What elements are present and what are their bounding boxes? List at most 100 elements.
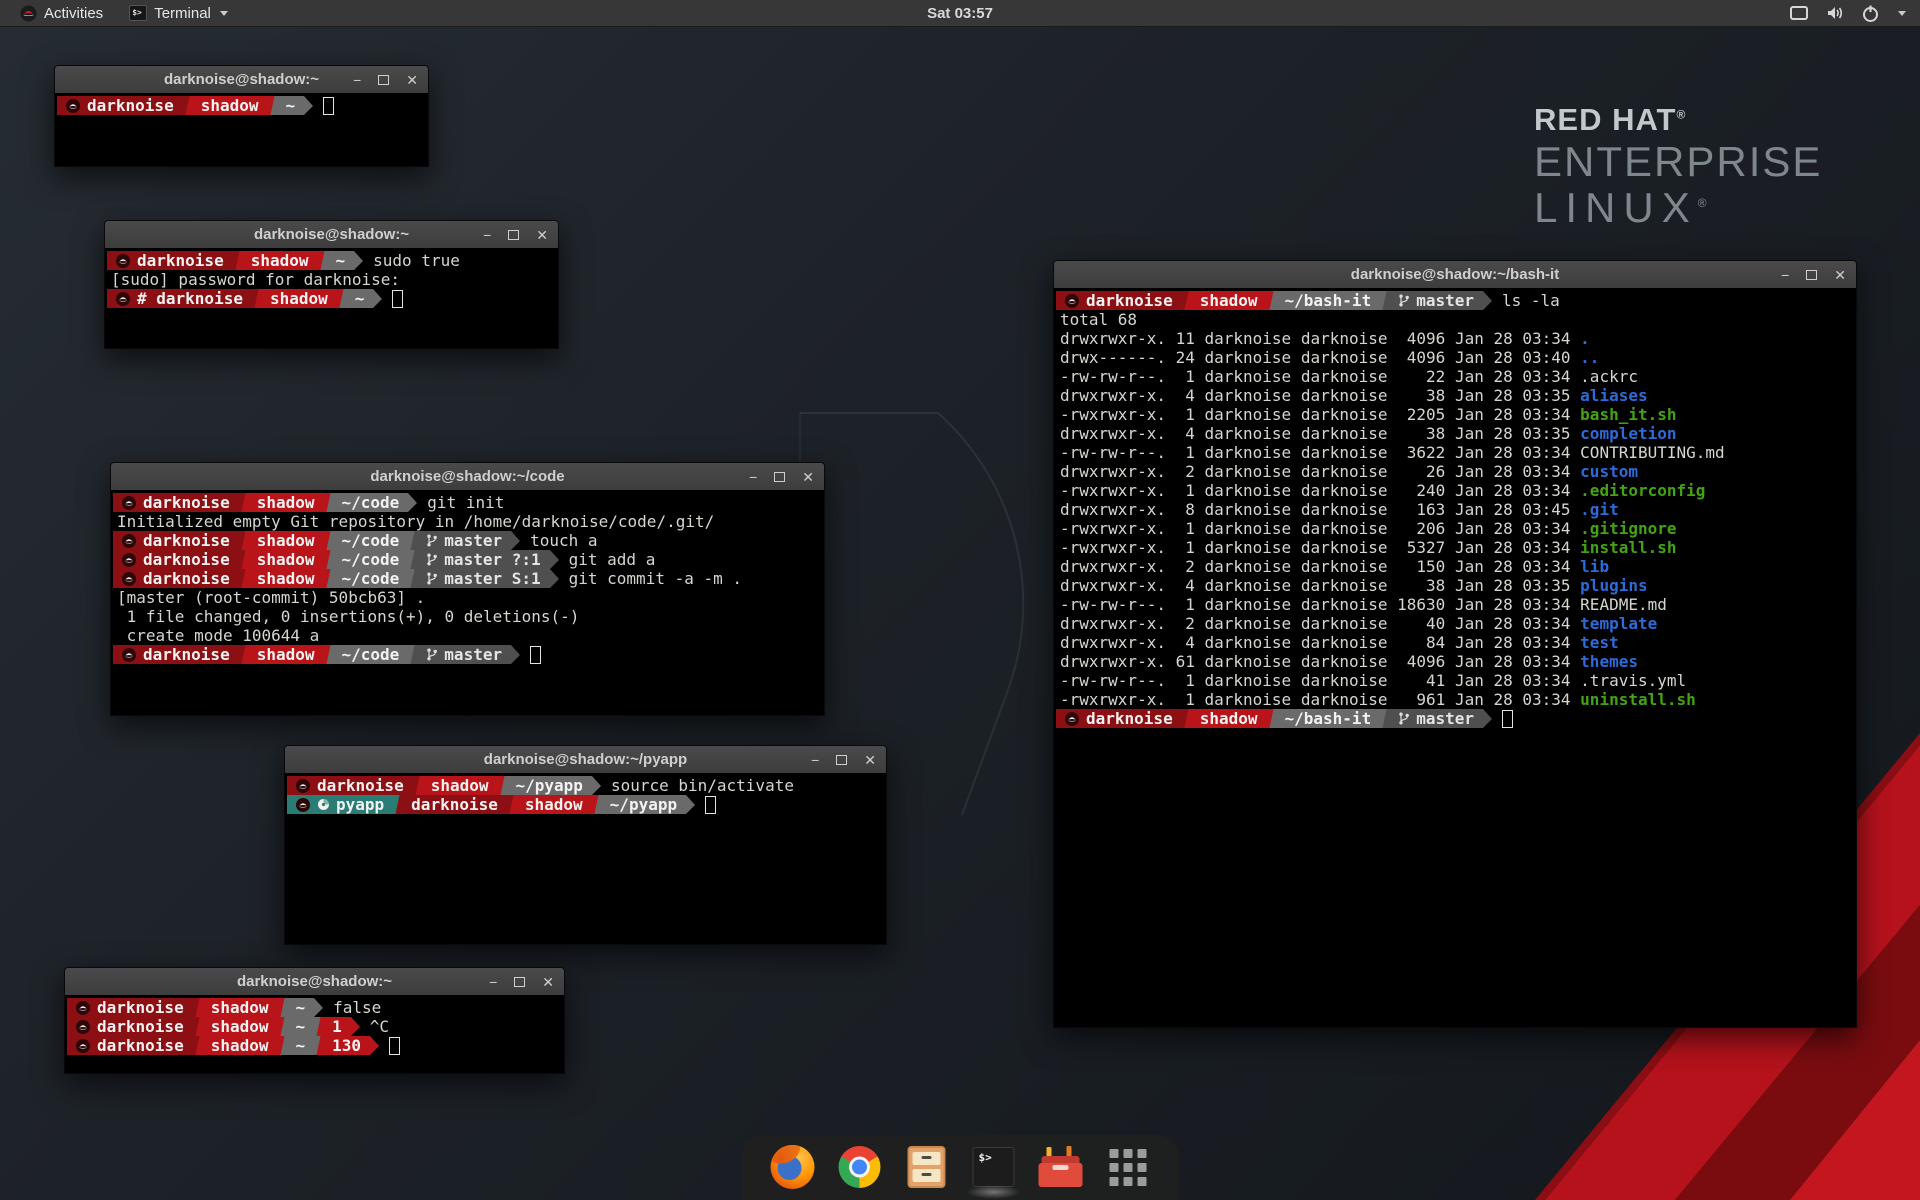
close-button[interactable]: ✕ [802, 470, 814, 484]
window-titlebar[interactable]: darknoise@shadow:~/bash-it−✕ [1054, 261, 1856, 289]
terminal-line: drwxrwxr-x. 4 darknoise darknoise 38 Jan… [1056, 424, 1856, 443]
window-titlebar[interactable]: darknoise@shadow:~−✕ [105, 221, 558, 249]
minimize-button[interactable]: − [489, 975, 497, 989]
terminal-window-pyapp[interactable]: darknoise@shadow:~/pyapp−✕darknoiseshado… [284, 745, 887, 945]
app-menu-terminal[interactable]: $> Terminal [119, 0, 238, 26]
prompt-segment-path: ~ [327, 251, 355, 270]
minimize-button[interactable]: − [1781, 268, 1789, 282]
chevron-down-icon[interactable] [1898, 11, 1906, 16]
screen-icon[interactable] [1789, 4, 1809, 22]
close-button[interactable]: ✕ [536, 228, 548, 242]
dock-item-files[interactable] [904, 1144, 950, 1190]
terminal-window-home-sudo[interactable]: darknoise@shadow:~−✕darknoiseshadow~sudo… [104, 220, 559, 349]
window-titlebar[interactable]: darknoise@shadow:~−✕ [65, 968, 564, 996]
maximize-button[interactable] [514, 977, 525, 987]
ls-row-meta: -rw-rw-r--. 1 darknoise darknoise 22 Jan… [1060, 367, 1580, 386]
prompt-segment-text: ~/pyapp [610, 795, 677, 814]
prompt-segment-path: ~ [287, 1036, 315, 1055]
redhat-icon [296, 779, 310, 793]
terminal-line: darknoiseshadow~/codemaster ?:1git add a [113, 550, 824, 569]
terminal-line: drwxrwxr-x. 2 darknoise darknoise 40 Jan… [1056, 614, 1856, 633]
command-text: git add a [569, 550, 656, 569]
terminal-content[interactable]: darknoiseshadow~/codegit initInitialized… [111, 490, 824, 715]
prompt-segment-text: ~/pyapp [516, 776, 583, 795]
segment-separator [393, 795, 402, 814]
terminal-window-home-exit[interactable]: darknoise@shadow:~−✕darknoiseshadow~fals… [64, 967, 565, 1074]
prompt-segment-text: shadow [257, 550, 315, 569]
power-icon[interactable] [1861, 4, 1880, 23]
window-titlebar[interactable]: darknoise@shadow:~−✕ [55, 66, 428, 94]
prompt-segment-text: ~/bash-it [1285, 709, 1372, 728]
minimize-button[interactable]: − [353, 73, 361, 87]
prompt-segment-text: master [444, 645, 502, 664]
command-text: ls -la [1502, 291, 1560, 310]
maximize-button[interactable] [1806, 270, 1817, 280]
terminal-line: darknoiseshadow~1^C [67, 1017, 564, 1036]
close-button[interactable]: ✕ [406, 73, 418, 87]
files-icon [908, 1146, 946, 1188]
prompt-segment-exit: 130 [323, 1036, 370, 1055]
terminal-line: -rwxrwxr-x. 1 darknoise darknoise 206 Ja… [1056, 519, 1856, 538]
terminal-content[interactable]: darknoiseshadow~falsedarknoiseshadow~1^C… [65, 995, 564, 1073]
terminal-content[interactable]: darknoiseshadow~sudo true[sudo] password… [105, 248, 558, 348]
prompt-arrow [314, 998, 323, 1017]
window-titlebar[interactable]: darknoise@shadow:~/pyapp−✕ [285, 746, 886, 774]
dock-item-firefox[interactable] [770, 1144, 816, 1190]
prompt-segment-text: shadow [257, 645, 315, 664]
terminal-line: total 68 [1056, 310, 1856, 329]
dock-item-chrome[interactable] [837, 1144, 883, 1190]
terminal-line: darknoiseshadow~/bash-itmasterls -la [1056, 291, 1856, 310]
prompt-segment-text: darknoise [317, 776, 404, 795]
segment-separator [1380, 291, 1389, 310]
prompt-segment-user: darknoise [1056, 709, 1182, 728]
window-titlebar[interactable]: darknoise@shadow:~/code−✕ [111, 463, 824, 491]
firefox-icon [771, 1145, 815, 1189]
terminal-window-home-small[interactable]: darknoise@shadow:~−✕darknoiseshadow~ [54, 65, 429, 167]
dock-item-toolbox[interactable] [1038, 1144, 1084, 1190]
ls-row-filename: lib [1580, 557, 1609, 576]
app-menu-label: Terminal [154, 5, 211, 22]
clock[interactable]: Sat 03:57 [927, 0, 993, 26]
terminal-content[interactable]: darknoise shadow ~/bash-it master ls -latota… [1054, 288, 1856, 1027]
terminal-line: darknoiseshadow~sudo true [107, 251, 558, 270]
prompt-segment-text: darknoise [1086, 709, 1173, 728]
activities-button[interactable]: Activities [10, 0, 113, 26]
minimize-button[interactable]: − [749, 470, 757, 484]
segment-separator [268, 96, 277, 115]
prompt-segment-text: shadow [1200, 709, 1258, 728]
ls-row-filename: .git [1580, 500, 1619, 519]
volume-icon[interactable] [1825, 4, 1845, 22]
terminal-line: darknoiseshadow~/bash-itmaster [1056, 709, 1856, 728]
terminal-window-code[interactable]: darknoise@shadow:~/code−✕darknoiseshadow… [110, 462, 825, 716]
close-button[interactable]: ✕ [542, 975, 554, 989]
prompt-segment-text: 130 [332, 1036, 361, 1055]
prompt-segment-text: ~/code [342, 645, 400, 664]
terminal-line: drwxrwxr-x. 61 darknoise darknoise 4096 … [1056, 652, 1856, 671]
minimize-button[interactable]: − [811, 753, 819, 767]
minimize-button[interactable]: − [483, 228, 491, 242]
maximize-button[interactable] [836, 755, 847, 765]
git-branch-icon [1398, 711, 1410, 726]
segment-separator [413, 776, 422, 795]
ls-row-filename: install.sh [1580, 538, 1676, 557]
prompt-arrow [592, 776, 601, 795]
git-branch-icon [426, 571, 438, 586]
prompt-segment-text: master [1416, 291, 1474, 310]
close-button[interactable]: ✕ [1834, 268, 1846, 282]
segment-separator [498, 776, 507, 795]
maximize-button[interactable] [508, 230, 519, 240]
close-button[interactable]: ✕ [864, 753, 876, 767]
terminal-line: darknoiseshadow~/codemastertouch a [113, 531, 824, 550]
prompt-arrow [686, 795, 695, 814]
prompt-arrow [370, 1036, 379, 1055]
terminal-content[interactable]: darknoiseshadow~ [55, 93, 428, 166]
prompt-segment-host: shadow [1191, 291, 1267, 310]
dock-item-terminal[interactable]: $> [971, 1144, 1017, 1190]
dock-item-app-grid[interactable] [1105, 1144, 1151, 1190]
maximize-button[interactable] [378, 75, 389, 85]
terminal-content[interactable]: darknoiseshadow~/pyappsource bin/activat… [285, 773, 886, 944]
maximize-button[interactable] [774, 472, 785, 482]
segment-separator [239, 493, 248, 512]
git-branch-icon [426, 552, 438, 567]
terminal-window-bash-it[interactable]: darknoise@shadow:~/bash-it−✕darknoisesha… [1053, 260, 1857, 1028]
